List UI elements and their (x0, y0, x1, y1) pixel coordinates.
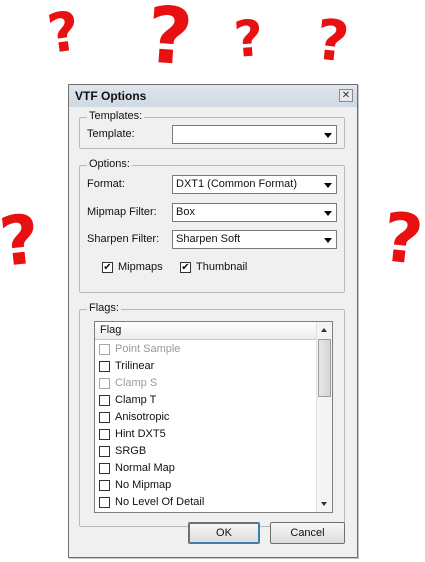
flag-list-item[interactable]: No Mipmap (95, 477, 316, 494)
question-mark-annotation: ? (312, 7, 352, 76)
flag-checkbox[interactable] (99, 497, 110, 508)
flags-scrollbar[interactable] (316, 322, 332, 512)
dialog-client-area: Templates: Template: Options: Format: DX… (75, 110, 351, 551)
flag-checkbox[interactable] (99, 412, 110, 423)
flag-checkbox[interactable] (99, 395, 110, 406)
ok-button[interactable]: OK (188, 522, 260, 544)
chevron-down-icon[interactable] (320, 176, 336, 193)
scroll-thumb[interactable] (318, 339, 331, 397)
flags-group-label: Flags: (87, 302, 121, 314)
question-mark-annotation: ? (143, 0, 196, 84)
template-label: Template: (87, 128, 135, 140)
flag-list-item[interactable]: Clamp S (95, 375, 316, 392)
flag-checkbox[interactable] (99, 480, 110, 491)
format-label: Format: (87, 178, 125, 190)
flag-label: Normal Map (115, 462, 175, 474)
flag-list-item[interactable]: Trilinear (95, 358, 316, 375)
sharpen-filter-label: Sharpen Filter: (87, 233, 160, 245)
flag-list-item[interactable]: Hint DXT5 (95, 426, 316, 443)
chevron-down-icon[interactable] (320, 126, 336, 143)
mipmaps-checkbox[interactable]: ✔ (102, 262, 113, 273)
flag-column-header[interactable]: Flag (95, 322, 316, 340)
flag-checkbox[interactable] (99, 446, 110, 457)
mipmap-filter-value: Box (176, 206, 195, 218)
dialog-title: VTF Options (75, 89, 147, 103)
flag-label: Clamp S (115, 377, 158, 389)
flag-list-item[interactable]: Anisotropic (95, 409, 316, 426)
templates-group-label: Templates: (87, 110, 145, 122)
flag-label: No Mipmap (115, 479, 172, 491)
flag-list-item[interactable]: Clamp T (95, 392, 316, 409)
flag-label: Hint DXT5 (115, 428, 166, 440)
flag-list-item[interactable]: Point Sample (95, 341, 316, 358)
template-select[interactable] (172, 125, 337, 144)
templates-group: Templates: Template: (79, 110, 345, 149)
flag-label: Clamp T (115, 394, 157, 406)
format-value: DXT1 (Common Format) (176, 178, 298, 190)
chevron-down-icon[interactable] (320, 204, 336, 221)
format-select[interactable]: DXT1 (Common Format) (172, 175, 337, 194)
thumbnail-label: Thumbnail (196, 261, 248, 273)
question-mark-annotation: ? (0, 200, 44, 283)
sharpen-filter-select[interactable]: Sharpen Soft (172, 230, 337, 249)
scroll-up-icon[interactable] (317, 322, 332, 338)
mipmaps-label: Mipmaps (118, 261, 163, 273)
options-group: Options: Format: DXT1 (Common Format) Mi… (79, 158, 345, 293)
flag-label: Anisotropic (115, 411, 170, 423)
mipmap-filter-label: Mipmap Filter: (87, 206, 157, 218)
sharpen-filter-value: Sharpen Soft (176, 233, 241, 245)
flag-label: SRGB (115, 445, 147, 457)
flag-checkbox (99, 378, 110, 389)
options-group-label: Options: (87, 158, 132, 170)
vtf-options-dialog: VTF Options ✕ Templates: Template: Optio… (68, 84, 358, 558)
mipmap-filter-select[interactable]: Box (172, 203, 337, 222)
chevron-down-icon[interactable] (320, 231, 336, 248)
flag-label: No Level Of Detail (115, 496, 205, 508)
flag-checkbox[interactable] (99, 361, 110, 372)
flag-checkbox[interactable] (99, 429, 110, 440)
flags-list[interactable]: Flag Point Sample Trilinear Clamp S Clamp T… (94, 321, 333, 513)
close-icon[interactable]: ✕ (339, 89, 353, 102)
question-mark-annotation: ? (43, 0, 84, 66)
flag-list-item[interactable]: No Level Of Detail (95, 494, 316, 511)
cancel-button[interactable]: Cancel (270, 522, 345, 544)
flag-list-item[interactable]: SRGB (95, 443, 316, 460)
thumbnail-checkbox[interactable]: ✔ (180, 262, 191, 273)
flag-label: Point Sample (115, 343, 181, 355)
flag-checkbox (99, 344, 110, 355)
question-mark-annotation: ? (379, 198, 425, 281)
flag-checkbox[interactable] (99, 463, 110, 474)
title-bar[interactable]: VTF Options ✕ (69, 85, 357, 107)
scroll-down-icon[interactable] (317, 496, 332, 512)
flags-group: Flags: Flag Point Sample Trilinear Clamp S… (79, 302, 345, 527)
flag-label: Trilinear (115, 360, 155, 372)
flag-list-item[interactable]: Normal Map (95, 460, 316, 477)
question-mark-annotation: ? (232, 9, 266, 69)
